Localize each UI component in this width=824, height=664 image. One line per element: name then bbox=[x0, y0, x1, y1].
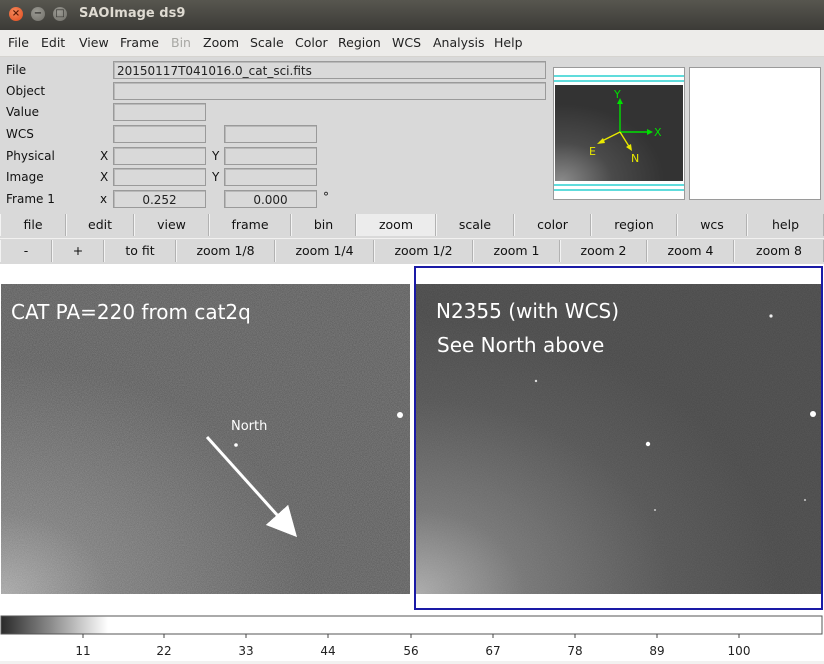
frame-1-image bbox=[1, 284, 410, 594]
colorbar-tick-label: 11 bbox=[75, 644, 90, 658]
menu-analysis[interactable]: Analysis bbox=[433, 35, 485, 50]
file-field: 20150117T041016.0_cat_sci.fits bbox=[113, 61, 546, 79]
colorbar-tick-label: 44 bbox=[320, 644, 335, 658]
wcs-label: WCS bbox=[6, 127, 34, 141]
button-zoom-fit[interactable]: to fit bbox=[104, 240, 176, 262]
frame-x-label: x bbox=[100, 192, 108, 206]
button-bar-main: file edit view frame bin zoom scale colo… bbox=[0, 213, 824, 238]
magnifier bbox=[689, 67, 821, 200]
button-zoom-in[interactable]: + bbox=[52, 240, 104, 262]
maximize-window-button[interactable]: □ bbox=[53, 7, 67, 21]
button-zoom-8[interactable]: zoom 8 bbox=[734, 240, 824, 262]
file-label: File bbox=[6, 63, 27, 77]
object-label: Object bbox=[6, 84, 46, 98]
frames-svg: CAT PA=220 from cat2q North N2355 (with … bbox=[1, 266, 823, 610]
button-zoom-1-2[interactable]: zoom 1/2 bbox=[374, 240, 473, 262]
image-x-label: X bbox=[100, 170, 109, 184]
frame-angle-field: 0.000 bbox=[224, 190, 317, 208]
compass-e-label: E bbox=[589, 145, 596, 158]
physical-x-label: X bbox=[100, 149, 109, 163]
value-field bbox=[113, 103, 206, 121]
frame-2-image bbox=[415, 284, 821, 594]
button-file[interactable]: file bbox=[0, 214, 66, 236]
colorbar-svg: 11 22 33 44 56 67 78 89 100 bbox=[0, 615, 823, 658]
menu-view[interactable]: View bbox=[79, 35, 109, 50]
value-label: Value bbox=[6, 105, 39, 119]
frame-label: Frame 1 bbox=[6, 192, 55, 206]
close-icon: × bbox=[11, 8, 21, 19]
frame-1-title[interactable]: CAT PA=220 from cat2q bbox=[11, 300, 251, 324]
button-zoom[interactable]: zoom bbox=[356, 214, 436, 236]
wcs-x-field bbox=[113, 125, 206, 143]
button-zoom-2[interactable]: zoom 2 bbox=[560, 240, 647, 262]
menu-bin: Bin bbox=[171, 35, 191, 50]
image-y-label: Y bbox=[212, 170, 220, 184]
image-display[interactable]: CAT PA=220 from cat2q North N2355 (with … bbox=[0, 264, 824, 614]
button-region[interactable]: region bbox=[591, 214, 677, 236]
menu-color[interactable]: Color bbox=[295, 35, 328, 50]
window-title: SAOImage ds9 bbox=[79, 6, 186, 21]
menu-help[interactable]: Help bbox=[494, 35, 523, 50]
colorbar-tick-label: 33 bbox=[238, 644, 253, 658]
wcs-y-field bbox=[224, 125, 317, 143]
image-y-field bbox=[224, 168, 317, 186]
button-frame[interactable]: frame bbox=[209, 214, 291, 236]
button-view[interactable]: view bbox=[134, 214, 209, 236]
button-zoom-out[interactable]: - bbox=[0, 240, 52, 262]
object-field bbox=[113, 82, 546, 100]
colorbar-gradient bbox=[0, 615, 823, 635]
physical-x-field bbox=[113, 147, 206, 165]
title-bar: × − □ SAOImage ds9 bbox=[0, 0, 824, 30]
colorbar-tick-label: 56 bbox=[403, 644, 418, 658]
frame-2-subtitle[interactable]: See North above bbox=[437, 333, 604, 357]
button-zoom-1-8[interactable]: zoom 1/8 bbox=[176, 240, 275, 262]
menu-zoom[interactable]: Zoom bbox=[203, 35, 239, 50]
frame-zoom-field: 0.252 bbox=[113, 190, 206, 208]
panner[interactable]: Y X E N bbox=[553, 67, 685, 200]
compass-n-label: N bbox=[631, 152, 639, 165]
button-zoom-4[interactable]: zoom 4 bbox=[647, 240, 734, 262]
button-bar-zoom: - + to fit zoom 1/8 zoom 1/4 zoom 1/2 zo… bbox=[0, 239, 824, 264]
compass-y-label: Y bbox=[613, 88, 621, 101]
frame-2-title[interactable]: N2355 (with WCS) bbox=[436, 299, 619, 323]
minimize-window-button[interactable]: − bbox=[31, 7, 45, 21]
colorbar-tick-label: 78 bbox=[567, 644, 582, 658]
menu-frame[interactable]: Frame bbox=[120, 35, 159, 50]
menu-wcs[interactable]: WCS bbox=[392, 35, 421, 50]
button-zoom-1-4[interactable]: zoom 1/4 bbox=[275, 240, 374, 262]
button-zoom-1[interactable]: zoom 1 bbox=[473, 240, 560, 262]
colorbar-tick-label: 89 bbox=[649, 644, 664, 658]
button-edit[interactable]: edit bbox=[66, 214, 134, 236]
minimize-icon: − bbox=[33, 8, 43, 19]
button-color[interactable]: color bbox=[514, 214, 591, 236]
colorbar-ticks: 11 22 33 44 56 67 78 89 100 bbox=[75, 634, 750, 658]
button-help[interactable]: help bbox=[747, 214, 824, 236]
button-wcs[interactable]: wcs bbox=[677, 214, 747, 236]
button-bin[interactable]: bin bbox=[291, 214, 356, 236]
physical-y-field bbox=[224, 147, 317, 165]
image-x-field bbox=[113, 168, 206, 186]
menu-file[interactable]: File bbox=[8, 35, 29, 50]
close-window-button[interactable]: × bbox=[9, 7, 23, 21]
menu-region[interactable]: Region bbox=[338, 35, 381, 50]
colorbar-tick-label: 67 bbox=[485, 644, 500, 658]
menu-bar: File Edit View Frame Bin Zoom Scale Colo… bbox=[0, 30, 824, 57]
degree-symbol: ° bbox=[323, 190, 329, 204]
panner-graphic: Y X E N bbox=[554, 68, 684, 199]
physical-y-label: Y bbox=[212, 149, 220, 163]
north-label[interactable]: North bbox=[231, 419, 267, 434]
maximize-icon: □ bbox=[55, 8, 65, 19]
menu-edit[interactable]: Edit bbox=[41, 35, 65, 50]
menu-scale[interactable]: Scale bbox=[250, 35, 284, 50]
compass-x-label: X bbox=[654, 126, 662, 139]
physical-label: Physical bbox=[6, 149, 55, 163]
colorbar-tick-label: 22 bbox=[156, 644, 171, 658]
colorbar-tick-label: 100 bbox=[728, 644, 751, 658]
button-scale[interactable]: scale bbox=[436, 214, 514, 236]
colorbar[interactable]: 11 22 33 44 56 67 78 89 100 bbox=[0, 614, 824, 661]
image-label: Image bbox=[6, 170, 44, 184]
